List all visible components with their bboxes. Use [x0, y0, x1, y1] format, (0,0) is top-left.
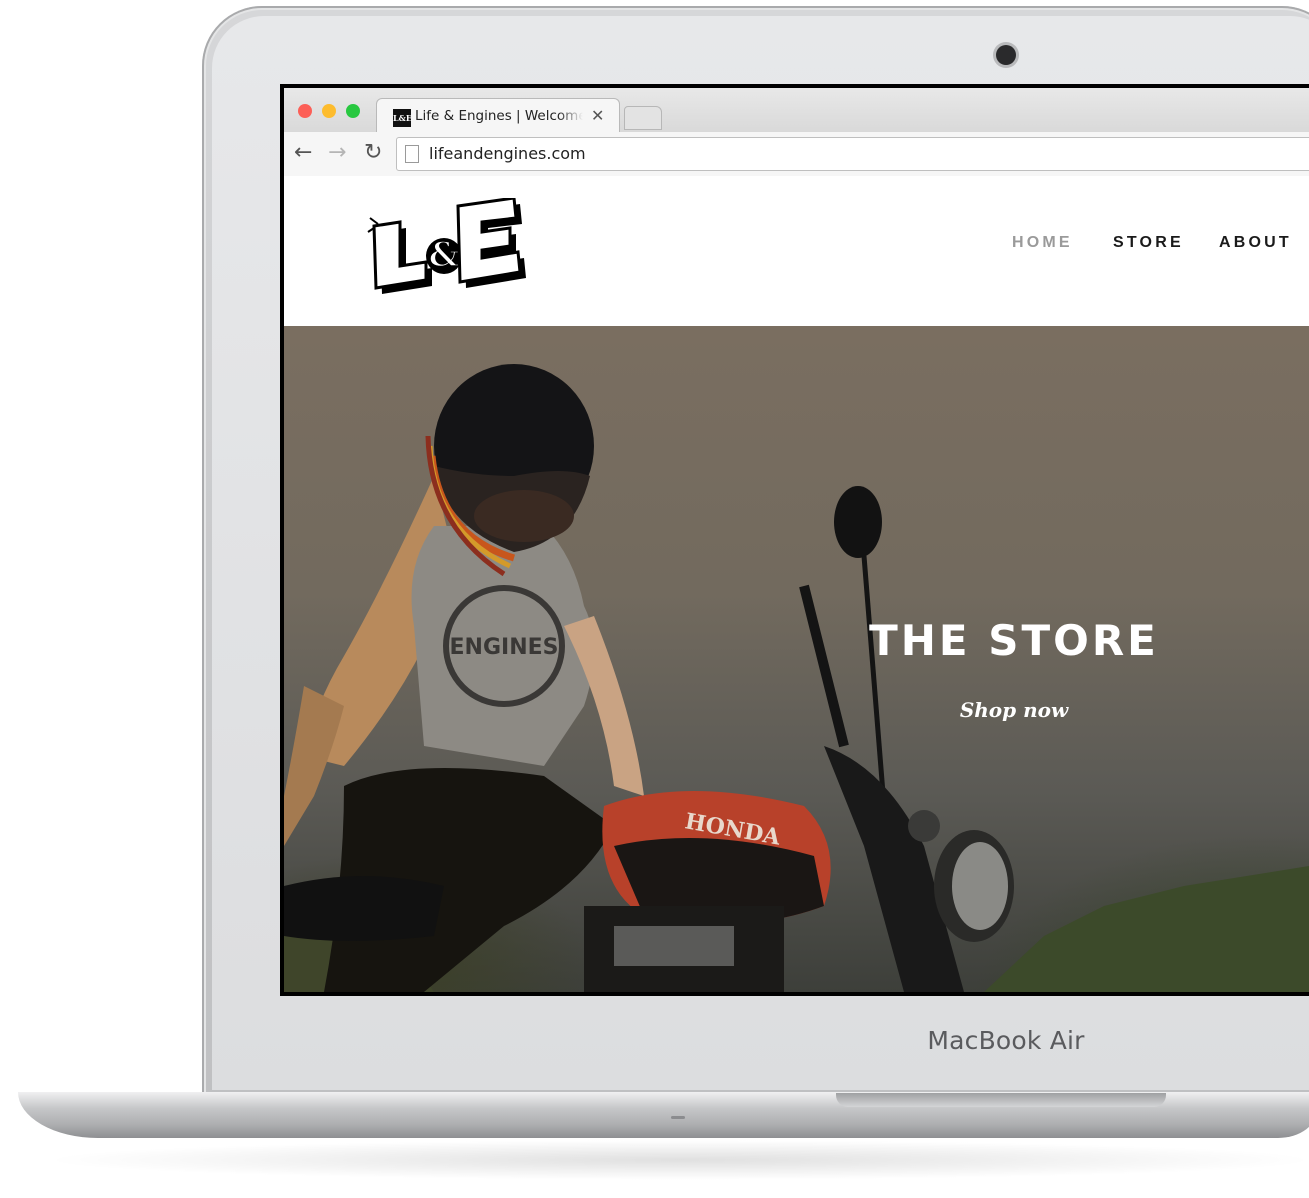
floor-shadow [40, 1140, 1309, 1180]
minimize-window-button[interactable] [322, 104, 336, 118]
laptop-screen: L&E Life & Engines | Welcome ✕ ← → ↻ lif… [280, 84, 1309, 996]
nav-about[interactable]: ABOUT [1219, 234, 1292, 252]
laptop-notch [836, 1093, 1166, 1107]
browser-toolbar: ← → ↻ lifeandengines.com [284, 132, 1309, 177]
tab-strip: L&E Life & Engines | Welcome ✕ [284, 88, 1309, 133]
reload-icon[interactable]: ↻ [364, 142, 382, 164]
tab-close-icon[interactable]: ✕ [591, 106, 604, 125]
maximize-window-button[interactable] [346, 104, 360, 118]
nav-store[interactable]: STORE [1113, 234, 1184, 252]
hero-banner[interactable]: ENGINES HONDA THE STORE Shop now [284, 326, 1309, 992]
hero-title: THE STORE [869, 616, 1159, 665]
tab-title: Life & Engines | Welcome [415, 108, 583, 124]
new-tab-button[interactable] [624, 106, 662, 130]
svg-text:&: & [429, 235, 460, 275]
shirt-print: ENGINES [450, 635, 559, 660]
device-brand-label: MacBook Air [927, 1026, 1085, 1055]
site-logo[interactable]: & [366, 198, 532, 298]
close-window-button[interactable] [298, 104, 312, 118]
laptop-hinge-mark [671, 1116, 685, 1119]
address-bar[interactable]: lifeandengines.com [396, 137, 1309, 171]
camera-icon [996, 45, 1016, 65]
page-icon [405, 145, 419, 163]
back-arrow-icon[interactable]: ← [294, 142, 312, 164]
forward-arrow-icon[interactable]: → [328, 142, 346, 164]
site-header: & HOME STORE ABOUT [284, 176, 1309, 326]
url-text[interactable]: lifeandengines.com [429, 144, 586, 163]
nav-home[interactable]: HOME [1012, 234, 1073, 252]
favicon-icon: L&E [393, 109, 412, 127]
tab-active[interactable]: L&E Life & Engines | Welcome ✕ [376, 98, 620, 133]
browser-window: L&E Life & Engines | Welcome ✕ ← → ↻ lif… [284, 88, 1309, 992]
shop-now-link[interactable]: Shop now [924, 698, 1104, 722]
